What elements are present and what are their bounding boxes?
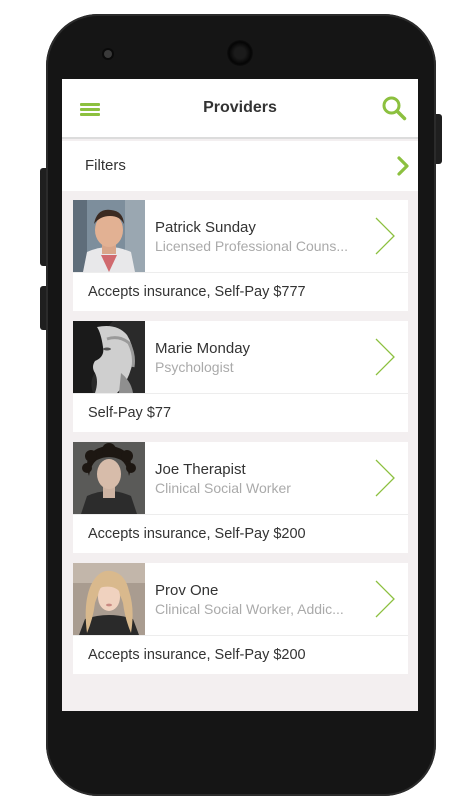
chevron-right-icon: [375, 459, 395, 497]
provider-name: Marie Monday: [155, 340, 251, 357]
app-bar: Providers: [62, 79, 418, 139]
avatar: [73, 442, 145, 514]
chevron-right-icon: [375, 338, 395, 376]
filters-label: Filters: [85, 157, 126, 174]
avatar: [73, 321, 145, 393]
provider-pricing: Self-Pay $77: [88, 405, 172, 421]
provider-role: Clinical Social Worker, Addic...: [155, 601, 344, 617]
chevron-right-icon: [375, 217, 395, 255]
avatar: [73, 200, 145, 272]
provider-pricing: Accepts insurance, Self-Pay $777: [88, 284, 306, 300]
provider-role: Clinical Social Worker: [155, 480, 291, 496]
provider-row[interactable]: Joe Therapist Clinical Social Worker: [73, 442, 408, 515]
provider-row[interactable]: Prov One Clinical Social Worker, Addic..…: [73, 563, 408, 636]
provider-role: Licensed Professional Couns...: [155, 238, 348, 254]
provider-card: Joe Therapist Clinical Social Worker Acc…: [73, 442, 408, 553]
volume-button: [40, 168, 46, 266]
filters-row[interactable]: Filters: [62, 141, 418, 191]
search-icon[interactable]: [381, 95, 407, 121]
provider-card: Patrick Sunday Licensed Professional Cou…: [73, 200, 408, 311]
chevron-right-icon: [375, 580, 395, 618]
provider-name: Patrick Sunday: [155, 219, 256, 236]
provider-name: Prov One: [155, 582, 219, 599]
provider-name: Joe Therapist: [155, 461, 246, 478]
provider-row[interactable]: Patrick Sunday Licensed Professional Cou…: [73, 200, 408, 273]
app-screen: Providers Filters Patrick Sunday License…: [62, 79, 418, 711]
front-camera: [104, 50, 112, 58]
side-button: [40, 286, 46, 330]
provider-card: Prov One Clinical Social Worker, Addic..…: [73, 563, 408, 674]
power-button: [436, 114, 442, 164]
earpiece-speaker: [227, 40, 253, 66]
provider-role: Psychologist: [155, 359, 234, 375]
chevron-right-icon: [397, 156, 409, 176]
provider-card: Marie Monday Psychologist Self-Pay $77: [73, 321, 408, 432]
provider-pricing: Accepts insurance, Self-Pay $200: [88, 647, 306, 663]
provider-row[interactable]: Marie Monday Psychologist: [73, 321, 408, 394]
provider-pricing: Accepts insurance, Self-Pay $200: [88, 526, 306, 542]
avatar: [73, 563, 145, 635]
page-title: Providers: [203, 99, 277, 116]
